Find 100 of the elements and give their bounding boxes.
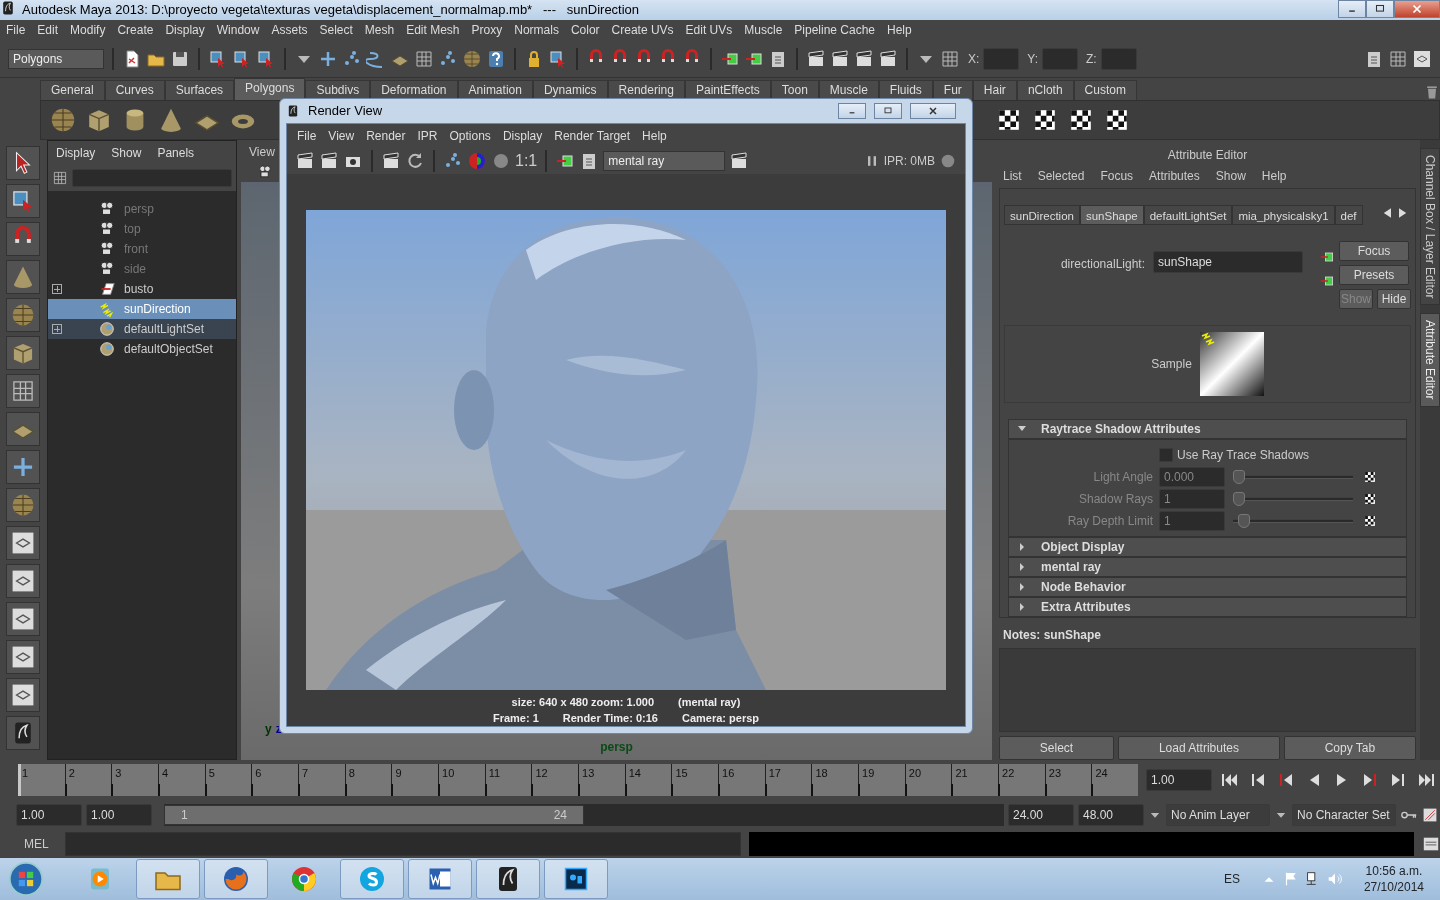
node-tab[interactable]: def: [1334, 204, 1363, 225]
section-header[interactable]: Object Display: [1008, 536, 1407, 557]
outliner-item[interactable]: busto: [48, 279, 236, 299]
zoom-button[interactable]: 1:1: [515, 149, 538, 173]
menu-item[interactable]: Show: [1215, 167, 1246, 186]
character-set-dropdown[interactable]: No Character Set: [1292, 804, 1396, 826]
outliner-item[interactable]: defaultObjectSet: [48, 339, 236, 359]
shelf-tab[interactable]: Surfaces: [164, 80, 235, 100]
render-info-text: size: 640 x 480 zoom: 1.000: [511, 695, 655, 710]
menu-set-dropdown[interactable]: Polygons: [8, 48, 104, 69]
shelf-tab[interactable]: Polygons: [234, 78, 306, 100]
menu-item[interactable]: Modify: [64, 20, 112, 40]
menu-item[interactable]: Color: [564, 20, 606, 40]
frame-number: 14: [627, 767, 641, 779]
node-tab[interactable]: defaultLightSet: [1143, 204, 1233, 225]
menu-item[interactable]: Create: [111, 20, 160, 40]
anim-layer-dropdown[interactable]: No Anim Layer: [1166, 804, 1270, 826]
node-tab[interactable]: sunShape: [1079, 204, 1144, 225]
menu-item[interactable]: File: [0, 20, 32, 40]
attribute-button[interactable]: Presets: [1339, 264, 1409, 285]
menu-item[interactable]: Edit Mesh: [400, 20, 466, 40]
render-info-text: (mental ray): [678, 695, 741, 710]
axis-label: y: [265, 721, 272, 738]
menu-item[interactable]: Panels: [157, 144, 195, 162]
attribute-button[interactable]: Focus: [1339, 240, 1409, 261]
ipr-memory-label: IPR: 0MB: [883, 153, 935, 170]
menu-item[interactable]: Create UVs: [605, 20, 680, 40]
menu-item[interactable]: Help: [1261, 167, 1287, 186]
renderer-dropdown[interactable]: mental ray: [603, 151, 726, 171]
panel-button[interactable]: Load Attributes: [1118, 736, 1280, 760]
menu-item[interactable]: View: [322, 124, 361, 148]
shelf-tab[interactable]: nCloth: [1016, 80, 1074, 100]
current-frame-field[interactable]: 1.00: [1146, 769, 1212, 791]
menu-item[interactable]: Focus: [1100, 167, 1134, 186]
menu-item[interactable]: Pipeline Cache: [788, 20, 882, 40]
shelf-tab[interactable]: Custom: [1073, 80, 1137, 100]
range-end-field[interactable]: 24.00: [1008, 804, 1074, 826]
menu-item[interactable]: Render Target: [548, 124, 637, 148]
shelf-tab[interactable]: Curves: [104, 80, 165, 100]
section-header[interactable]: Extra Attributes: [1008, 596, 1407, 617]
menu-item[interactable]: IPR: [411, 124, 444, 148]
menu-item[interactable]: Window: [210, 20, 266, 40]
menu-item[interactable]: Render: [360, 124, 412, 148]
frame-number: 15: [674, 767, 688, 779]
side-tab[interactable]: Attribute Editor: [1420, 313, 1440, 407]
menu-item[interactable]: Options: [443, 124, 497, 148]
field-label: directionalLight:: [1059, 255, 1145, 273]
node-tab[interactable]: mia_physicalsky1: [1232, 204, 1335, 225]
command-language-label[interactable]: MEL: [16, 835, 57, 853]
menu-item[interactable]: Muscle: [738, 20, 789, 40]
start-time-field[interactable]: 1.00: [16, 804, 82, 826]
range-start-field[interactable]: 1.00: [86, 804, 152, 826]
field-label: Light Angle: [1092, 468, 1154, 486]
window-title: Autodesk Maya 2013: D:\proyecto vegeta\texturas vegeta\displacement_normalmap.mb* --- sunDirection: [21, 1, 641, 19]
menu-item[interactable]: Mesh: [358, 20, 401, 40]
menu-item[interactable]: Display: [159, 20, 211, 40]
panel-button[interactable]: Select: [999, 736, 1115, 760]
side-tab[interactable]: Channel Box / Layer Editor: [1420, 148, 1440, 306]
frame-number: 4: [161, 767, 169, 779]
menu-item[interactable]: Help: [636, 124, 673, 148]
menu-item[interactable]: Attributes: [1149, 167, 1200, 186]
frame-number: 17: [767, 767, 781, 779]
shelf-tab[interactable]: General: [40, 80, 105, 100]
shelf-tab[interactable]: Hair: [972, 80, 1017, 100]
menu-item[interactable]: Show: [111, 144, 142, 162]
frame-number: 6: [254, 767, 262, 779]
frame-number: 9: [394, 767, 402, 779]
section-title: Raytrace Shadow Attributes: [1041, 420, 1201, 438]
outliner-item[interactable]: defaultLightSet: [48, 319, 236, 339]
shelf-tab[interactable]: Subdivs: [305, 80, 371, 100]
attribute-button[interactable]: Hide: [1377, 288, 1411, 309]
menu-item[interactable]: Select: [313, 20, 359, 40]
node-tab[interactable]: sunDirection: [1004, 204, 1080, 225]
node-name-field[interactable]: sunShape: [1153, 250, 1303, 273]
menu-item[interactable]: Help: [881, 20, 918, 40]
frame-number: 22: [1001, 767, 1015, 779]
menu-item[interactable]: Display: [496, 124, 549, 148]
section-title: Extra Attributes: [1041, 598, 1131, 616]
panel-title: Attribute Editor: [1167, 147, 1248, 165]
menu-item[interactable]: Normals: [508, 20, 565, 40]
menu-item[interactable]: File: [291, 124, 323, 148]
menu-item[interactable]: Proxy: [465, 20, 509, 40]
menu-item[interactable]: Edit UVs: [679, 20, 739, 40]
shelf-tab[interactable]: Deformation: [370, 80, 458, 100]
menu-item[interactable]: Display: [56, 144, 96, 162]
menu-item[interactable]: View: [249, 143, 275, 161]
window-title: Render View: [308, 102, 384, 121]
menu-item[interactable]: List: [1003, 167, 1022, 186]
section-header[interactable]: Raytrace Shadow Attributes: [1008, 418, 1407, 439]
menu-item[interactable]: Assets: [265, 20, 314, 40]
section-header[interactable]: Node Behavior: [1008, 576, 1407, 597]
language-indicator[interactable]: ES: [1223, 870, 1240, 888]
panel-button[interactable]: Copy Tab: [1283, 736, 1416, 760]
menu-item[interactable]: Selected: [1037, 167, 1085, 186]
clock-time: 10:56 a.m.: [1364, 863, 1424, 879]
frame-number: 8: [347, 767, 355, 779]
time-slider[interactable]: 1 2 3 4 5 6 7 8 9 10 11 12 13 14 15 16 17 18 19 20 21 22 23 24: [18, 764, 1138, 796]
menu-item[interactable]: Edit: [31, 20, 65, 40]
section-header[interactable]: mental ray: [1008, 556, 1407, 577]
end-time-field[interactable]: 48.00: [1078, 804, 1144, 826]
